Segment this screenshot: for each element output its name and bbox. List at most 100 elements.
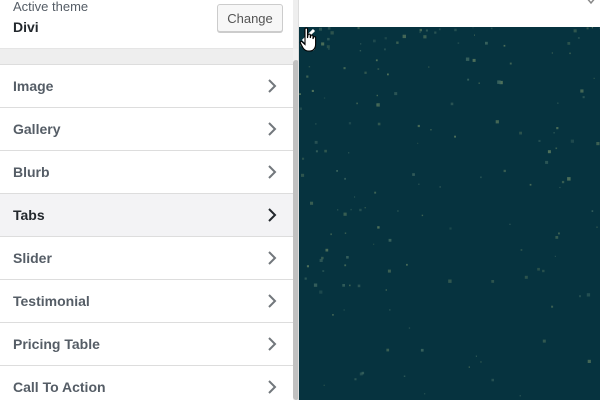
texture-speck xyxy=(344,264,347,267)
texture-speck xyxy=(359,372,363,376)
chevron-right-icon xyxy=(268,122,277,136)
section-item-tabs[interactable]: Tabs xyxy=(0,194,293,237)
texture-speck xyxy=(357,27,360,30)
texture-speck xyxy=(577,37,580,39)
texture-speck xyxy=(330,233,332,236)
texture-speck xyxy=(343,212,347,216)
texture-speck xyxy=(579,295,581,298)
section-item-label: Blurb xyxy=(13,164,50,180)
texture-speck xyxy=(480,361,482,363)
texture-speck xyxy=(420,348,424,352)
texture-speck xyxy=(570,139,574,143)
texture-speck xyxy=(342,284,345,287)
texture-speck xyxy=(417,124,420,128)
texture-speck xyxy=(465,57,470,61)
texture-speck xyxy=(439,186,441,188)
texture-speck xyxy=(561,180,565,184)
texture-speck xyxy=(346,256,349,259)
texture-speck xyxy=(373,243,375,245)
texture-speck xyxy=(364,71,367,74)
texture-speck xyxy=(374,191,377,194)
texture-speck xyxy=(304,277,307,280)
texture-speck xyxy=(587,359,591,363)
slider-background-texture xyxy=(299,27,600,397)
texture-speck xyxy=(520,249,523,251)
texture-speck xyxy=(542,339,546,343)
section-item-testimonial[interactable]: Testimonial xyxy=(0,280,293,323)
texture-speck xyxy=(385,289,387,291)
texture-speck xyxy=(403,375,406,377)
texture-speck xyxy=(586,293,591,297)
texture-speck xyxy=(573,29,577,33)
texture-speck xyxy=(554,255,556,257)
arrow-left-icon[interactable] xyxy=(299,27,319,53)
active-theme-header: Active theme Divi Change xyxy=(0,0,293,49)
texture-speck xyxy=(364,207,366,209)
texture-speck xyxy=(350,208,352,211)
texture-speck xyxy=(343,309,345,311)
chevron-right-icon xyxy=(268,79,277,93)
section-item-label: Call To Action xyxy=(13,379,106,395)
texture-speck xyxy=(509,62,512,65)
section-item-image[interactable]: Image xyxy=(0,65,293,108)
texture-speck xyxy=(354,196,356,198)
texture-speck xyxy=(315,123,317,125)
texture-speck xyxy=(328,48,330,50)
texture-speck xyxy=(384,48,386,51)
texture-speck xyxy=(299,107,302,110)
site-preview xyxy=(299,0,600,400)
texture-speck xyxy=(408,327,411,329)
section-item-label: Slider xyxy=(13,250,52,266)
section-item-slider[interactable]: Slider xyxy=(0,237,293,280)
texture-speck xyxy=(323,97,326,99)
texture-speck xyxy=(558,232,560,235)
texture-speck xyxy=(343,67,346,70)
texture-speck xyxy=(321,42,325,46)
section-item-blurb[interactable]: Blurb xyxy=(0,151,293,194)
texture-speck xyxy=(310,201,314,205)
texture-speck xyxy=(373,39,376,43)
texture-speck xyxy=(348,122,352,125)
texture-speck xyxy=(301,173,305,177)
texture-speck xyxy=(485,41,488,45)
section-item-gallery[interactable]: Gallery xyxy=(0,108,293,151)
texture-speck xyxy=(567,177,571,181)
texture-speck xyxy=(495,120,499,124)
texture-speck xyxy=(323,384,325,386)
texture-speck xyxy=(596,142,600,146)
texture-speck xyxy=(457,42,460,44)
slider-background xyxy=(299,27,600,400)
chevron-right-icon xyxy=(268,165,277,179)
texture-speck xyxy=(344,232,347,234)
texture-speck xyxy=(547,150,551,154)
customizer-panel: Active theme Divi Change Image Gallery B… xyxy=(0,0,299,400)
texture-speck xyxy=(308,66,311,68)
texture-speck xyxy=(384,37,387,40)
texture-speck xyxy=(332,314,334,316)
texture-speck xyxy=(538,139,541,142)
change-theme-button[interactable]: Change xyxy=(217,4,283,32)
texture-speck xyxy=(454,135,456,138)
texture-speck xyxy=(491,280,495,283)
texture-speck xyxy=(313,283,318,287)
texture-speck xyxy=(529,183,532,186)
section-item-label: Gallery xyxy=(13,121,61,137)
texture-speck xyxy=(406,263,408,266)
texture-speck xyxy=(475,355,477,357)
texture-speck xyxy=(519,131,522,135)
texture-speck xyxy=(330,31,334,35)
device-icon[interactable] xyxy=(584,0,598,8)
texture-speck xyxy=(348,152,350,154)
section-item-call-to-action[interactable]: Call To Action xyxy=(0,366,293,400)
texture-speck xyxy=(424,393,426,395)
texture-speck xyxy=(377,68,380,70)
texture-speck xyxy=(306,75,309,78)
texture-speck xyxy=(314,140,318,144)
texture-speck xyxy=(419,28,422,32)
texture-speck xyxy=(388,238,392,242)
section-item-pricing-table[interactable]: Pricing Table xyxy=(0,323,293,366)
texture-speck xyxy=(537,267,540,271)
section-list: Image Gallery Blurb Tabs Slider Testimon… xyxy=(0,64,293,400)
texture-speck xyxy=(325,248,329,252)
texture-speck xyxy=(467,78,470,81)
